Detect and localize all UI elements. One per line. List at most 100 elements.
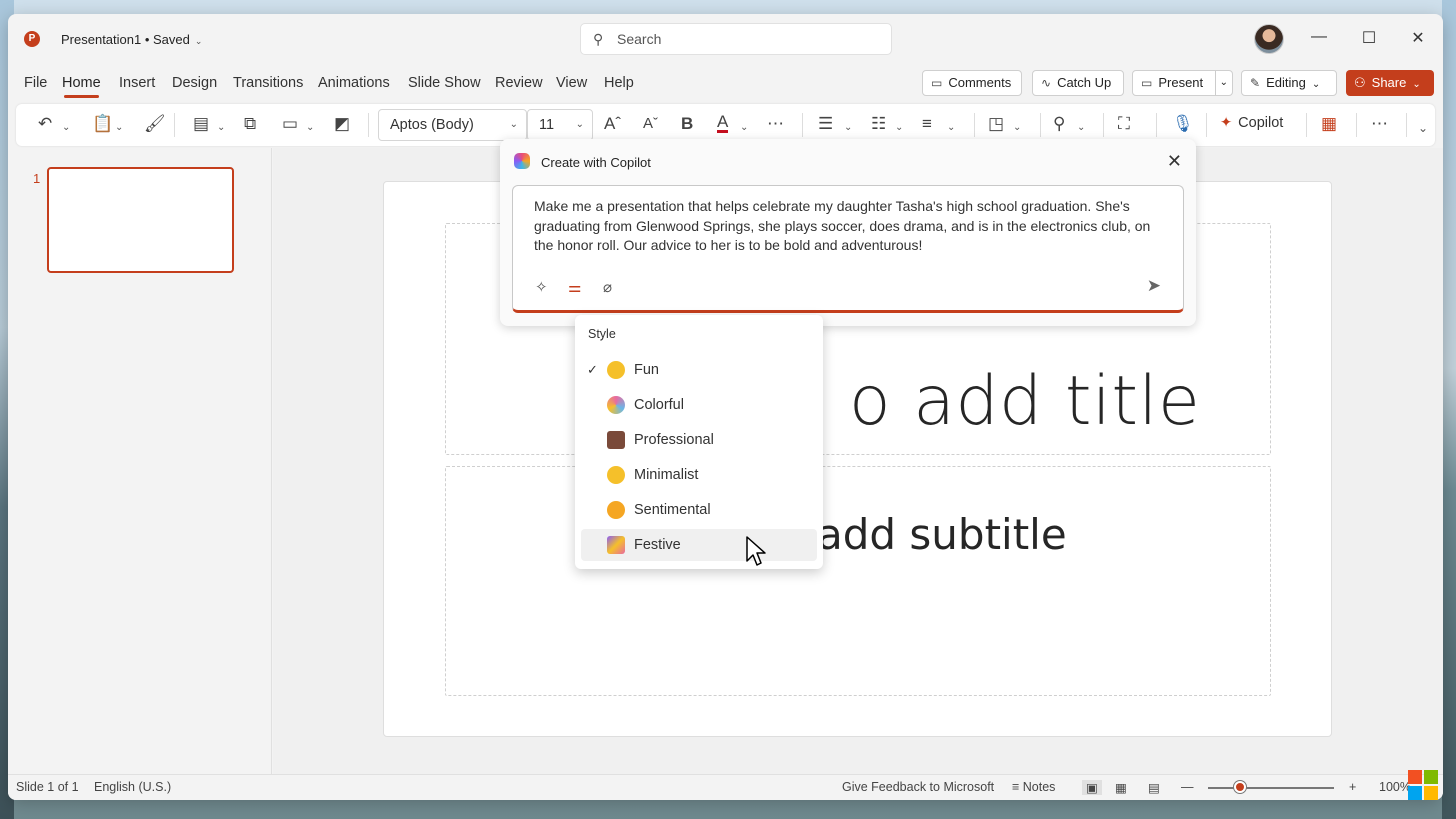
tab-animations[interactable]: Animations	[318, 75, 390, 91]
reading-view-icon[interactable]: ▤	[1148, 780, 1160, 795]
undo-icon[interactable]: ↶	[38, 114, 52, 134]
present-button[interactable]: ▭ Present ⌄	[1132, 70, 1233, 96]
chevron-down-icon[interactable]: ⌄	[1013, 118, 1021, 138]
style-option-festive[interactable]: Festive	[581, 529, 817, 561]
zoom-in-icon[interactable]: +	[1349, 780, 1356, 794]
slide-thumbnail[interactable]	[47, 167, 234, 273]
style-settings-icon[interactable]: ⚌	[568, 278, 581, 296]
chevron-down-icon[interactable]: ⌄	[1214, 71, 1228, 95]
numbering-icon[interactable]: ☷	[871, 114, 886, 134]
more-options-icon[interactable]: ⋯	[767, 114, 784, 134]
send-icon[interactable]: ➤	[1147, 276, 1161, 296]
zoom-slider[interactable]	[1208, 787, 1334, 789]
expand-ribbon-icon[interactable]: ⌄	[1418, 118, 1428, 138]
close-icon[interactable]: ✕	[1167, 151, 1182, 172]
tab-view[interactable]: View	[556, 75, 587, 91]
shapes-icon[interactable]: ◳	[988, 114, 1004, 134]
tab-home[interactable]: Home	[62, 75, 101, 98]
copilot-prompt-box[interactable]: Make me a presentation that helps celebr…	[512, 185, 1184, 313]
copilot-prompt-text[interactable]: Make me a presentation that helps celebr…	[534, 197, 1164, 256]
tab-slide-show[interactable]: Slide Show	[408, 75, 481, 91]
add-ins-icon[interactable]: ▦	[1321, 114, 1337, 134]
style-option-sentimental[interactable]: Sentimental	[581, 494, 817, 526]
language-indicator[interactable]: English (U.S.)	[94, 780, 171, 794]
find-icon[interactable]: ⚲	[1053, 114, 1065, 134]
search-box[interactable]: ⚲	[580, 23, 892, 55]
share-label: Share	[1371, 75, 1407, 90]
windows-logo-icon[interactable]	[1408, 770, 1438, 800]
new-slide-icon[interactable]: ▤	[193, 114, 209, 134]
chevron-down-icon[interactable]: ⌄	[895, 118, 903, 138]
font-color-icon[interactable]: A	[717, 113, 729, 133]
tab-review[interactable]: Review	[495, 75, 543, 91]
catch-up-button[interactable]: ∿ Catch Up	[1032, 70, 1124, 96]
feedback-link[interactable]: Give Feedback to Microsoft	[842, 780, 994, 794]
search-input[interactable]	[617, 29, 877, 49]
maximize-icon[interactable]: ☐	[1355, 28, 1383, 48]
chevron-down-icon[interactable]: ⌄	[217, 118, 225, 138]
more-commands-icon[interactable]: ⋯	[1371, 114, 1388, 134]
chevron-down-icon[interactable]: ⌄	[115, 118, 123, 138]
avatar[interactable]	[1254, 24, 1284, 54]
lollipop-icon	[607, 396, 625, 414]
tab-insert[interactable]: Insert	[119, 75, 155, 91]
chevron-down-icon[interactable]: ⌄	[1077, 118, 1085, 138]
font-size-dropdown[interactable]: 11 ⌄	[527, 109, 593, 141]
paste-icon[interactable]: 📋	[92, 114, 113, 134]
layout-icon[interactable]: ▭	[282, 114, 298, 134]
comments-button[interactable]: ▭ Comments	[922, 70, 1022, 96]
present-label: Present	[1158, 75, 1204, 90]
chevron-down-icon[interactable]: ⌄	[947, 118, 955, 138]
copilot-button[interactable]: ✦ Copilot	[1220, 115, 1283, 131]
attach-icon[interactable]: ⌀	[603, 278, 612, 296]
style-option-fun[interactable]: ✓ Fun	[581, 354, 817, 386]
powerpoint-logo-icon: P	[24, 31, 40, 47]
editing-button[interactable]: ✎ Editing ⌄	[1241, 70, 1337, 96]
style-option-colorful[interactable]: Colorful	[581, 389, 817, 421]
chevron-down-icon[interactable]: ⌄	[62, 118, 70, 138]
zoom-slider-handle[interactable]	[1234, 781, 1246, 793]
people-icon: ⚇	[1354, 75, 1366, 90]
sparkle-icon[interactable]: ✧	[535, 278, 548, 296]
zoom-level[interactable]: 100%	[1379, 780, 1411, 794]
font-name-dropdown[interactable]: Aptos (Body) ⌄	[378, 109, 527, 141]
slide-sorter-icon[interactable]: ▦	[1115, 780, 1127, 795]
bold-icon[interactable]: B	[681, 114, 693, 134]
tab-file[interactable]: File	[24, 75, 47, 91]
ribbon-divider	[368, 113, 369, 137]
title-placeholder-text[interactable]: o add title	[849, 362, 1200, 441]
chevron-down-icon: ⌄	[575, 119, 584, 130]
increase-font-size-icon[interactable]: Aˆ	[604, 114, 621, 134]
pencil-icon: ✎	[1250, 76, 1261, 90]
background-icon[interactable]: ◩	[334, 114, 350, 134]
close-window-icon[interactable]: ✕	[1404, 28, 1432, 48]
tab-help[interactable]: Help	[604, 75, 634, 91]
status-bar: Slide 1 of 1 English (U.S.) Give Feedbac…	[8, 774, 1443, 800]
subtitle-placeholder[interactable]	[445, 466, 1271, 696]
designer-icon[interactable]: ⛶	[1118, 114, 1130, 134]
chevron-down-icon[interactable]: ⌄	[306, 118, 314, 138]
chevron-down-icon[interactable]: ⌄	[844, 118, 852, 138]
tab-transitions[interactable]: Transitions	[233, 75, 303, 91]
bullets-icon[interactable]: ☰	[818, 114, 833, 134]
chevron-down-icon[interactable]: ⌄	[740, 118, 748, 138]
minimize-icon[interactable]: —	[1305, 28, 1333, 46]
share-button[interactable]: ⚇ Share ⌄	[1346, 70, 1434, 96]
style-option-minimalist[interactable]: Minimalist	[581, 459, 817, 491]
hugging-face-icon	[607, 501, 625, 519]
subtitle-placeholder-text[interactable]: add subtitle	[817, 510, 1067, 559]
dictate-mic-icon[interactable]: 🎙	[1172, 114, 1194, 134]
tab-design[interactable]: Design	[172, 75, 217, 91]
format-painter-icon[interactable]: 🖌	[144, 114, 166, 134]
zoom-out-icon[interactable]: —	[1181, 780, 1194, 794]
decrease-font-size-icon[interactable]: Aˇ	[643, 114, 658, 134]
document-title[interactable]: Presentation1 • Saved ⌄	[61, 32, 202, 47]
style-option-professional[interactable]: Professional	[581, 424, 817, 456]
notes-button[interactable]: ≡ Notes	[1012, 780, 1055, 794]
normal-view-icon[interactable]: ▣	[1082, 780, 1102, 795]
style-option-label: Professional	[634, 432, 714, 448]
align-icon[interactable]: ≡	[922, 114, 932, 134]
font-size-value: 11	[539, 117, 555, 133]
present-icon: ▭	[1141, 76, 1153, 90]
reuse-slides-icon[interactable]: ⧉	[244, 114, 256, 134]
